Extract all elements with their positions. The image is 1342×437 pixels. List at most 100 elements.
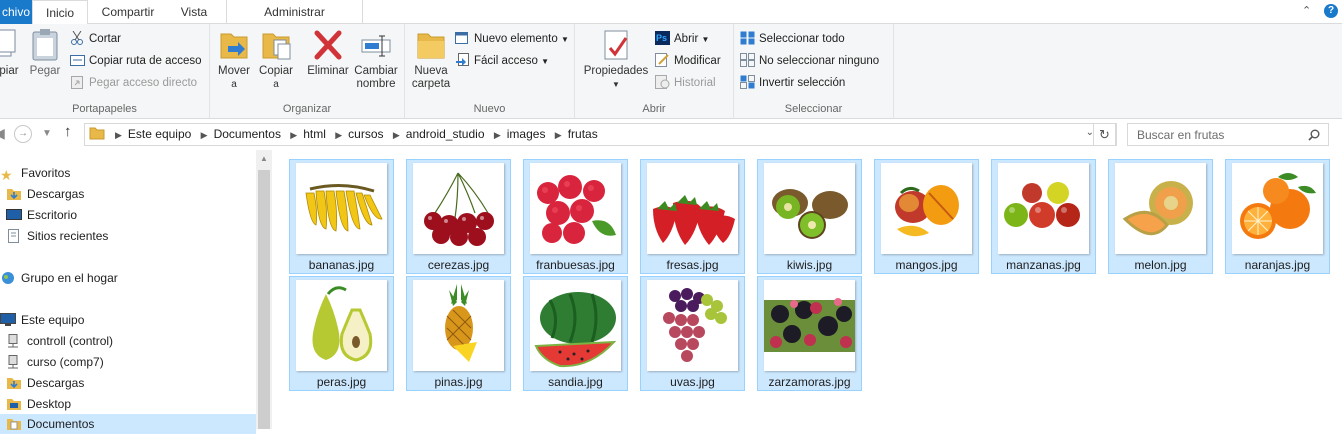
copy-path-button[interactable]: Copiar ruta de acceso [70,51,202,71]
file-tile-sandia[interactable]: sandia.jpg [523,276,628,391]
organize-group-label: Organizar [282,103,332,115]
open-group: Propiedades ▼ Ps Abrir ▼ Modificar Histor… [575,24,734,119]
help-icon[interactable]: ? [1324,4,1338,18]
forward-icon[interactable]: → [14,125,32,143]
file-name: sandia.jpg [548,375,603,389]
file-tile-pinas[interactable]: pinas.jpg [406,276,511,391]
rename-button[interactable]: Cambiar nombre [352,28,400,91]
nav-downloads-2[interactable]: Descargas [6,373,84,393]
network-drive-icon [6,355,22,369]
scrollbar-thumb[interactable] [258,170,270,429]
file-tile-zarzamoras[interactable]: zarzamoras.jpg [757,276,862,391]
grapes-thumbnail [647,280,738,371]
file-name: uvas.jpg [670,375,715,389]
file-name: franbuesas.jpg [536,258,615,272]
nav-homegroup[interactable]: Grupo en el hogar [0,268,118,288]
file-tile-naranjas[interactable]: naranjas.jpg [1225,159,1330,274]
move-to-button[interactable]: Mover a [216,28,252,91]
file-tile-uvas[interactable]: uvas.jpg [640,276,745,391]
open-button[interactable]: Ps Abrir ▼ [655,29,709,49]
address-bar[interactable]: ▶ Este equipo ▶ Documentos ▶ html ▶ cursos ▶… [84,123,1117,146]
file-tile-cerezas[interactable]: cerezas.jpg [406,159,511,274]
nav-this-pc[interactable]: Este equipo [0,310,84,330]
tab-home[interactable]: Inicio [32,0,88,25]
homegroup-icon [0,271,16,285]
nav-scrollbar[interactable]: ▲ [256,150,272,429]
breadcrumb-item[interactable]: images [507,127,546,141]
file-tile-kiwis[interactable]: kiwis.jpg [757,159,862,274]
nav-desktop-es[interactable]: Escritorio [6,205,77,225]
photoshop-icon: Ps [655,31,670,45]
tab-file[interactable]: chivo [0,0,32,24]
file-tile-franbuesas[interactable]: franbuesas.jpg [523,159,628,274]
paste-shortcut-button[interactable]: Pegar acceso directo [70,73,197,93]
paste-button[interactable]: Pegar [28,28,62,78]
properties-button[interactable]: Propiedades ▼ [583,28,649,91]
new-group: Nueva carpeta Nuevo elemento ▼ Fácil acc… [405,24,575,119]
search-input[interactable]: Buscar en frutas [1127,123,1329,146]
breadcrumb-item[interactable]: Documentos [214,127,281,141]
history-icon [655,75,670,89]
nav-documents[interactable]: Documentos [0,414,256,434]
breadcrumb-item[interactable]: android_studio [406,127,485,141]
copy-path-icon [70,53,85,67]
nav-control[interactable]: controll (control) [6,331,113,351]
file-name: mangos.jpg [895,258,958,272]
file-name: pinas.jpg [434,375,483,389]
search-icon[interactable] [1308,129,1320,141]
downloads-folder-icon [6,376,22,390]
nav-downloads[interactable]: Descargas [6,184,84,204]
nav-curso[interactable]: curso (comp7) [6,352,104,372]
file-name: cerezas.jpg [427,258,490,272]
select-none-button[interactable]: No seleccionar ninguno [740,51,879,71]
raspberries-thumbnail [530,163,621,254]
cut-button[interactable]: Cortar [70,29,121,49]
select-all-button[interactable]: Seleccionar todo [740,29,845,49]
recent-locations-icon[interactable]: ▼ [42,128,52,139]
scissors-icon [70,30,85,45]
file-tile-bananas[interactable]: bananas.jpg [289,159,394,274]
easy-access-button[interactable]: Fácil acceso ▼ [455,51,549,71]
new-item-button[interactable]: Nuevo elemento ▼ [455,29,569,49]
tab-manage[interactable]: Administrar [226,0,363,24]
file-tile-fresas[interactable]: fresas.jpg [640,159,745,274]
paste-shortcut-icon [70,75,85,89]
cherries-thumbnail [413,163,504,254]
file-tile-mangos[interactable]: mangos.jpg [874,159,979,274]
nav-desktop[interactable]: Desktop [6,394,71,414]
back-icon[interactable]: ◀ [0,125,5,142]
file-name: bananas.jpg [308,258,375,272]
nav-recent[interactable]: Sitios recientes [6,226,108,246]
collapse-ribbon-icon[interactable]: ⌃ [1302,4,1311,17]
new-item-icon [455,31,470,45]
file-view: bananas.jpg cerezas.jpg franbuesas.jpg f… [272,150,1342,429]
breadcrumb-item[interactable]: cursos [348,127,383,141]
file-tile-manzanas[interactable]: manzanas.jpg [991,159,1096,274]
scroll-up-icon[interactable]: ▲ [260,154,268,163]
blackberries-thumbnail [764,280,855,371]
invert-selection-button[interactable]: Invertir selección [740,73,845,93]
file-name: zarzamoras.jpg [768,375,851,389]
copy-to-button[interactable]: Copiar a [258,28,294,91]
file-tile-peras[interactable]: peras.jpg [289,276,394,391]
folder-icon [6,397,22,411]
edit-button[interactable]: Modificar [655,51,721,71]
nav-favorites[interactable]: ★ Favoritos [0,163,70,183]
copy-button[interactable]: piar [0,28,24,78]
history-button[interactable]: Historial [655,73,716,93]
breadcrumb-item[interactable]: frutas [568,127,598,141]
file-tile-melon[interactable]: melon.jpg [1108,159,1213,274]
bananas-thumbnail [296,163,387,254]
up-icon[interactable]: ↑ [64,123,72,140]
strawberries-thumbnail [647,163,738,254]
new-folder-button[interactable]: Nueva carpeta [410,28,452,91]
invert-selection-icon [740,75,755,89]
breadcrumb-item[interactable]: html [303,127,326,141]
tab-view[interactable]: Vista [168,0,220,24]
tab-share[interactable]: Compartir [90,0,166,24]
copy-icon [0,28,19,62]
breadcrumb-item[interactable]: Este equipo [128,127,191,141]
delete-button[interactable]: Eliminar [306,28,350,78]
copy-folder-icon [260,28,292,62]
refresh-icon[interactable]: ↻ [1093,123,1116,146]
